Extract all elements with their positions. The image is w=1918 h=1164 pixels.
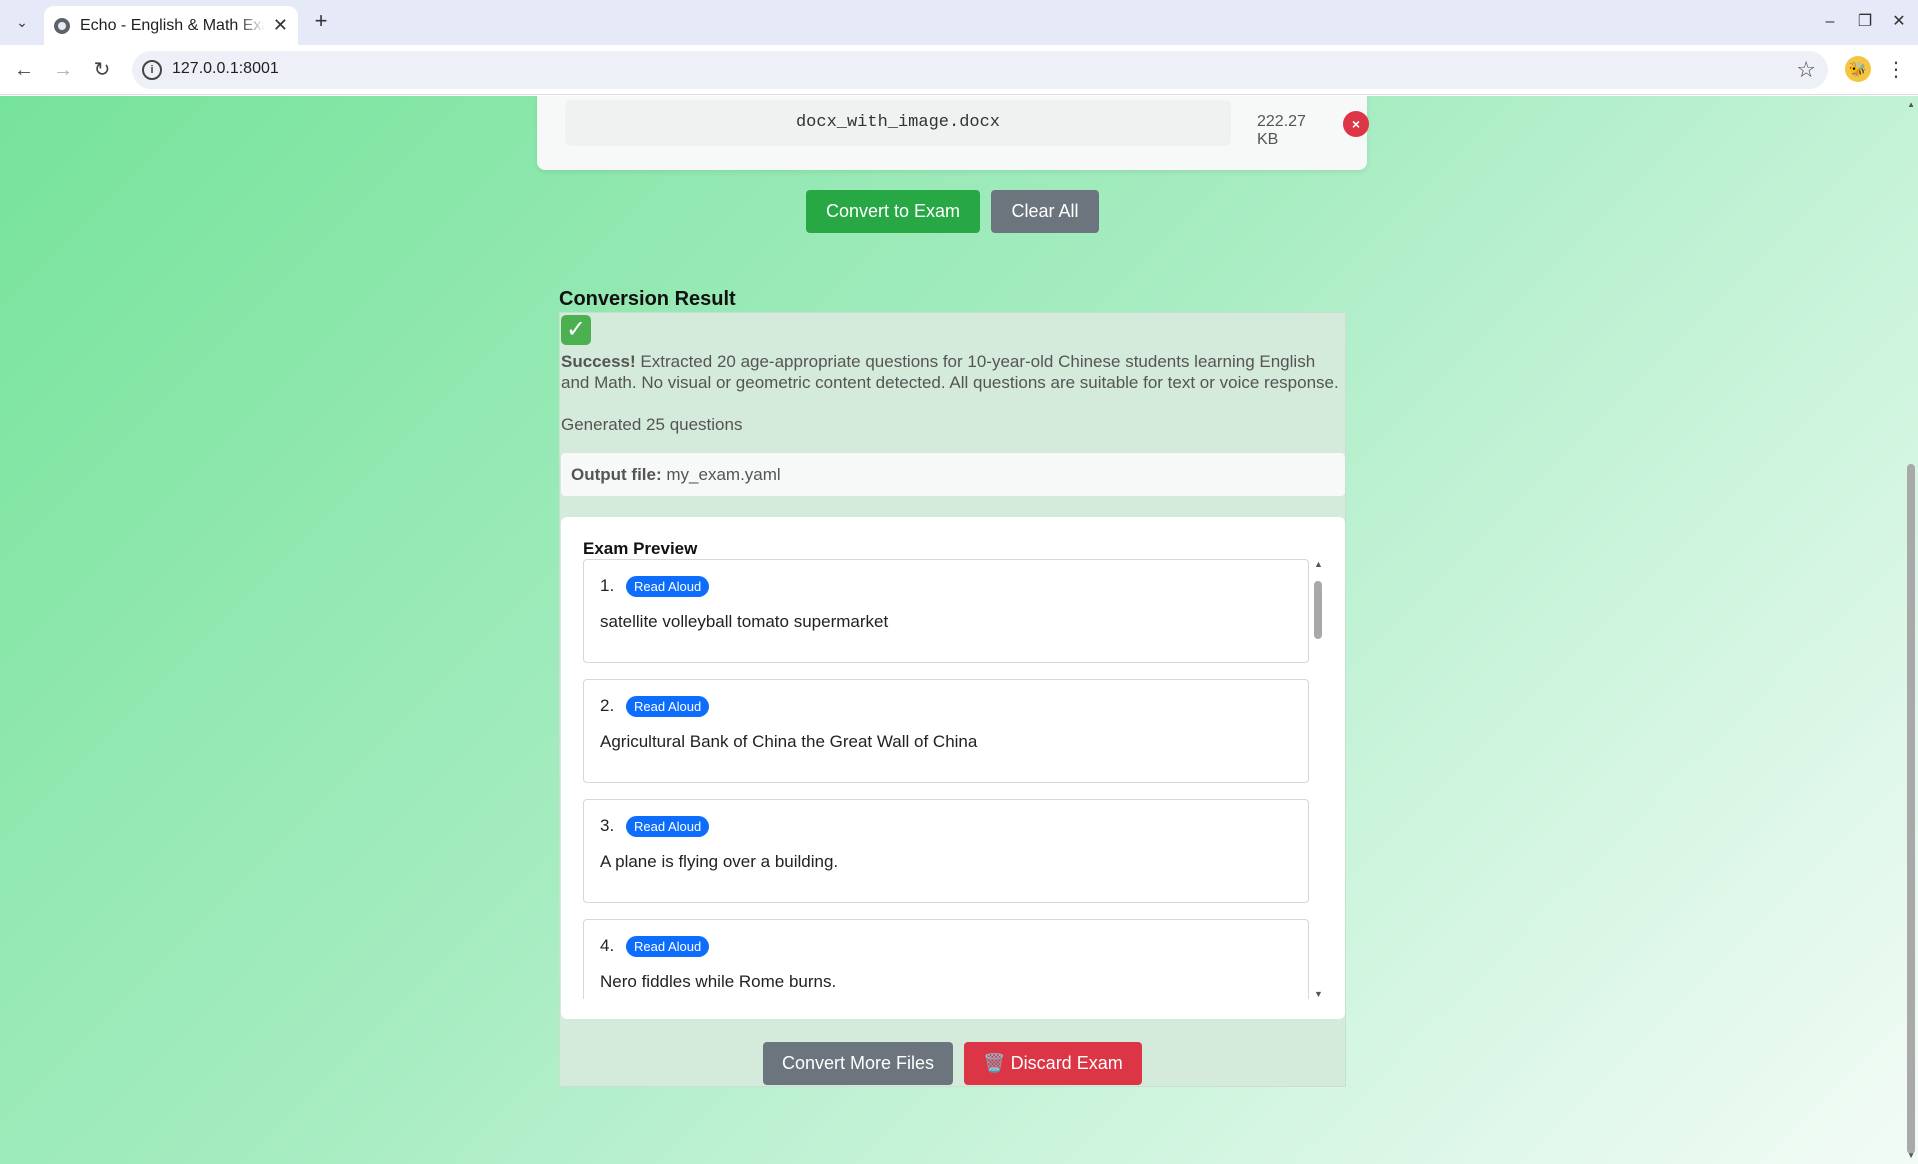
preview-scrollbar[interactable]: ▲ ▼: [1311, 559, 1325, 999]
question-text: A plane is flying over a building.: [600, 852, 839, 871]
exam-preview-card: Exam Preview 1. Read Aloud satellite vol…: [561, 517, 1345, 1019]
question-number: 1.: [600, 576, 615, 595]
clear-all-button[interactable]: Clear All: [991, 190, 1099, 233]
question-type-badge: Read Aloud: [626, 696, 710, 717]
success-message: Success! Extracted 20 age-appropriate qu…: [561, 351, 1345, 393]
tab-title: Echo - English & Math Exam: [80, 16, 265, 34]
success-label: Success!: [561, 352, 636, 371]
extension-icon[interactable]: 🐝: [1845, 56, 1871, 82]
question-card: 3. Read Aloud A plane is flying over a b…: [583, 799, 1309, 903]
convert-to-exam-button[interactable]: Convert to Exam: [806, 190, 980, 233]
url-text[interactable]: 127.0.0.1:8001: [172, 60, 279, 78]
close-window-icon[interactable]: ✕: [1884, 8, 1914, 36]
site-info-icon[interactable]: i: [142, 60, 162, 80]
generated-count: Generated 25 questions: [561, 415, 743, 434]
page-scroll-down-icon[interactable]: ▼: [1907, 1151, 1915, 1160]
exam-preview-title: Exam Preview: [583, 539, 698, 558]
conversion-result-panel: ✓ Success! Extracted 20 age-appropriate …: [559, 312, 1346, 1087]
output-file-label: Output file:: [571, 465, 662, 484]
reload-icon[interactable]: ↻: [88, 56, 116, 84]
question-card: 1. Read Aloud satellite volleyball tomat…: [583, 559, 1309, 663]
conversion-result-heading: Conversion Result: [559, 288, 736, 310]
question-number: 4.: [600, 936, 615, 955]
new-tab-icon[interactable]: +: [308, 8, 334, 34]
question-type-badge: Read Aloud: [626, 576, 710, 597]
discard-exam-button[interactable]: 🗑️ Discard Exam: [964, 1042, 1142, 1085]
minimize-icon[interactable]: –: [1815, 8, 1845, 36]
output-file-box: Output file: my_exam.yaml: [561, 453, 1345, 496]
question-text: Agricultural Bank of China the Great Wal…: [600, 732, 978, 751]
output-file-name: my_exam.yaml: [666, 465, 781, 484]
convert-more-files-button[interactable]: Convert More Files: [763, 1042, 953, 1085]
file-size: 222.27 KB: [1257, 113, 1306, 148]
question-number: 3.: [600, 816, 615, 835]
question-list[interactable]: 1. Read Aloud satellite volleyball tomat…: [583, 559, 1309, 999]
file-row: docx_with_image.docx 222.27 KB ×: [565, 100, 1369, 148]
browser-toolbar: ← → ↻ i 127.0.0.1:8001 ☆ 🐝 ⋮: [0, 45, 1918, 95]
globe-icon: [54, 17, 70, 34]
browser-tab[interactable]: Echo - English & Math Exam ✕: [44, 6, 298, 45]
question-text: Nero fiddles while Rome burns.: [600, 972, 837, 991]
success-detail: Extracted 20 age-appropriate questions f…: [561, 352, 1339, 392]
bookmark-star-icon[interactable]: ☆: [1796, 57, 1816, 83]
browser-menu-icon[interactable]: ⋮: [1886, 56, 1906, 84]
question-type-badge: Read Aloud: [626, 936, 710, 957]
question-card: 2. Read Aloud Agricultural Bank of China…: [583, 679, 1309, 783]
file-name: docx_with_image.docx: [565, 100, 1231, 146]
page-scroll-up-icon[interactable]: ▲: [1907, 100, 1915, 109]
tab-search-icon[interactable]: ⌄: [10, 10, 34, 34]
question-type-badge: Read Aloud: [626, 816, 710, 837]
upload-card: docx_with_image.docx 222.27 KB ×: [537, 96, 1369, 170]
back-icon[interactable]: ←: [10, 56, 38, 84]
question-number: 2.: [600, 696, 615, 715]
forward-icon[interactable]: →: [49, 56, 77, 84]
scroll-up-arrow-icon[interactable]: ▲: [1314, 559, 1323, 569]
page-viewport: docx_with_image.docx 222.27 KB × Convert…: [0, 96, 1918, 1164]
question-text: satellite volleyball tomato supermarket: [600, 612, 889, 631]
restore-icon[interactable]: ❐: [1850, 8, 1880, 36]
remove-file-button[interactable]: ×: [1343, 111, 1369, 137]
preview-scroll-thumb[interactable]: [1314, 581, 1322, 639]
page-scrollbar[interactable]: ▲ ▼: [1904, 96, 1918, 1164]
check-mark-icon: ✓: [561, 315, 591, 345]
page-scroll-thumb[interactable]: [1907, 464, 1915, 1154]
question-card: 4. Read Aloud Nero fiddles while Rome bu…: [583, 919, 1309, 999]
close-tab-icon[interactable]: ✕: [273, 15, 288, 36]
address-bar[interactable]: i 127.0.0.1:8001 ☆: [132, 51, 1828, 89]
browser-tab-bar: ⌄ Echo - English & Math Exam ✕ + – ❐ ✕: [0, 0, 1918, 45]
scroll-down-arrow-icon[interactable]: ▼: [1314, 989, 1323, 999]
